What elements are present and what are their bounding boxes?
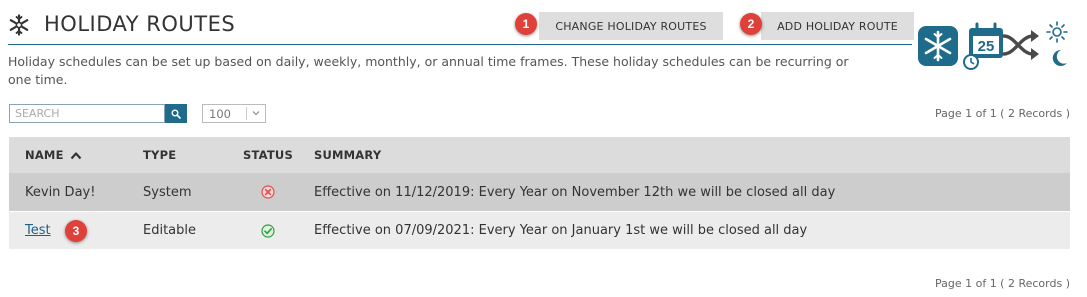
row-status (233, 173, 303, 211)
search-icon (171, 109, 181, 119)
row-name-link[interactable]: Test (25, 223, 51, 238)
row-type: Editable (143, 223, 197, 238)
pager-status-top: Page 1 of 1 ( 2 Records ) (934, 107, 1070, 120)
crossing-arrows-icon (1002, 30, 1039, 60)
search-button[interactable] (165, 104, 187, 123)
moon-icon (1052, 49, 1067, 66)
page-title: HOLIDAY ROUTES (44, 12, 236, 36)
row-summary: Effective on 07/09/2021: Every Year on J… (314, 223, 808, 238)
chevron-down-icon (252, 111, 260, 116)
select-divider (246, 107, 247, 120)
table-row[interactable]: Kevin Day! System Effective on 11/12/201… (9, 173, 1070, 211)
page-size-value: 100 (209, 107, 231, 121)
holiday-routes-table: NAME TYPE STATUS SUMMARY Kevin Day! Syst… (9, 137, 1070, 249)
snowflake-icon (918, 26, 958, 66)
row-summary: Effective on 11/12/2019: Every Year on N… (314, 184, 836, 200)
pager-status-bottom: Page 1 of 1 ( 2 Records ) (934, 277, 1070, 290)
add-holiday-route-button[interactable]: ADD HOLIDAY ROUTE (761, 12, 914, 40)
sort-ascending-icon (70, 151, 81, 159)
callout-badge-3: 3 (65, 220, 87, 242)
row-status (233, 212, 303, 249)
calendar-day: 25 (978, 38, 995, 55)
page-size-select[interactable]: 100 (202, 104, 266, 123)
column-header-summary[interactable]: SUMMARY (314, 137, 381, 173)
sun-icon (1046, 21, 1068, 43)
row-name: Test 3 (25, 212, 87, 249)
row-type: System (143, 184, 192, 200)
snowflake-icon (9, 14, 29, 36)
callout-badge-1: 1 (515, 13, 537, 35)
column-header-name-label: NAME (25, 148, 64, 162)
page-description: Holiday schedules can be set up based on… (8, 54, 849, 87)
table-row[interactable]: Test 3 Editable Effective on 07/09/2021:… (9, 211, 1070, 249)
callout-badge-2: 2 (740, 13, 762, 35)
table-header-row: NAME TYPE STATUS SUMMARY (9, 137, 1070, 173)
check-circle-icon (261, 223, 275, 238)
title-divider (8, 44, 912, 45)
change-holiday-routes-button[interactable]: CHANGE HOLIDAY ROUTES (539, 12, 723, 40)
row-name: Kevin Day! (25, 184, 96, 200)
holiday-routes-illustration: 25 (918, 21, 1068, 70)
search-input[interactable] (9, 104, 165, 123)
x-circle-icon (261, 185, 275, 199)
column-header-name[interactable]: NAME (25, 137, 82, 173)
column-header-status[interactable]: STATUS (233, 137, 303, 173)
column-header-type[interactable]: TYPE (143, 137, 176, 173)
calendar-icon: 25 (963, 22, 1003, 70)
